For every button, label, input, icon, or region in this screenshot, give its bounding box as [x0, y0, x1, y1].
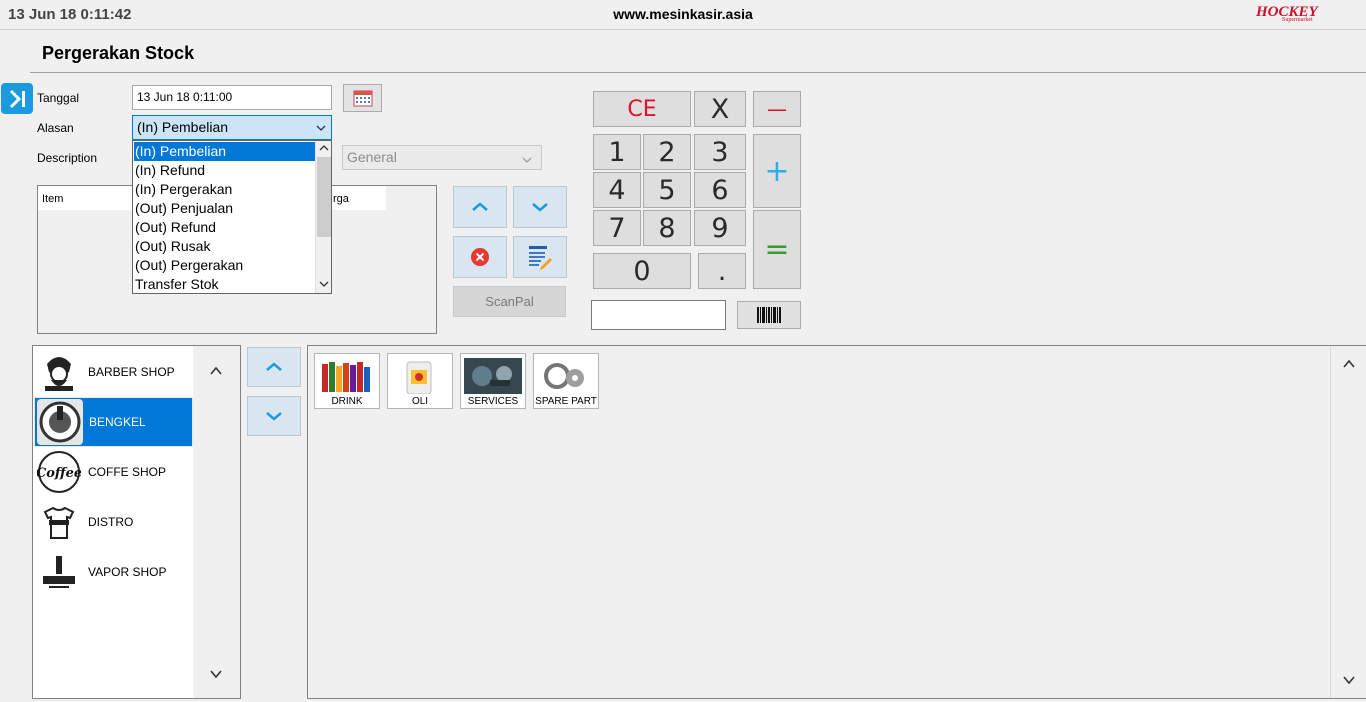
drink-image-icon [322, 362, 370, 392]
key-0[interactable]: 0 [593, 253, 691, 289]
product-label: DRINK [331, 396, 363, 407]
description-label: Description [37, 151, 98, 165]
key-5[interactable]: 5 [643, 172, 691, 208]
page-title: Pergerakan Stock [42, 43, 195, 63]
chevron-down-icon[interactable] [1343, 676, 1355, 684]
chevron-down-icon[interactable] [210, 670, 222, 678]
group-select[interactable]: General [342, 145, 542, 170]
chevron-down-icon[interactable] [312, 115, 330, 140]
collapse-arrow-icon [9, 89, 25, 108]
date-label: Tanggal [37, 91, 80, 105]
reason-dropdown-list[interactable]: (In) Pembelian (In) Refund (In) Pergerak… [132, 140, 332, 294]
chevron-up-icon [266, 362, 282, 371]
key-4[interactable]: 4 [593, 172, 641, 208]
reason-label: Alasan [37, 121, 74, 135]
scanpal-button[interactable]: ScanPal [453, 286, 566, 317]
chevron-up-icon[interactable] [1343, 360, 1355, 368]
category-label: BARBER SHOP [88, 365, 175, 379]
key-minus[interactable]: — [753, 91, 801, 127]
reason-option[interactable]: Transfer Stok [134, 275, 315, 293]
product-scrollbar[interactable] [1330, 346, 1366, 698]
key-dot[interactable]: . [698, 253, 746, 289]
move-down-button[interactable] [513, 186, 567, 228]
chevron-up-icon[interactable] [319, 145, 329, 151]
barcode-button[interactable] [737, 301, 801, 329]
delete-icon [471, 248, 489, 266]
category-label: BENGKEL [89, 415, 146, 429]
edit-line-button[interactable] [513, 236, 567, 278]
reason-option[interactable]: (Out) Rusak [134, 237, 315, 256]
category-down-button[interactable] [247, 396, 301, 436]
product-tile[interactable]: OLI [387, 353, 453, 409]
column-header-item[interactable]: Item [38, 186, 134, 210]
move-up-button[interactable] [453, 186, 507, 228]
product-panel[interactable]: DRINK OLI SERVICES SPARE PART [307, 345, 1366, 699]
key-ce[interactable]: CE [593, 91, 691, 127]
column-header-harga[interactable]: rga [328, 186, 386, 210]
distro-logo-icon [36, 499, 82, 545]
product-label: OLI [411, 396, 429, 407]
coffee-logo-icon: Coffee [36, 449, 82, 495]
product-tile[interactable]: DRINK [314, 353, 380, 409]
chevron-up-icon [472, 202, 488, 211]
product-tile[interactable]: SPARE PART [533, 353, 599, 409]
category-label: COFFE SHOP [88, 465, 167, 479]
key-7[interactable]: 7 [593, 210, 641, 246]
dropdown-scrollbar[interactable] [315, 141, 331, 293]
date-field[interactable]: 13 Jun 18 0:11:00 [132, 85, 332, 110]
site-url: www.mesinkasir.asia [613, 6, 753, 22]
brand-logo-sub: Supermarket [1282, 17, 1313, 23]
product-label: SPARE PART [535, 396, 597, 407]
key-plus[interactable]: + [753, 134, 801, 208]
chevron-up-icon[interactable] [210, 367, 222, 375]
chevron-down-icon [266, 412, 282, 421]
category-item[interactable]: Coffee COFFE SHOP [34, 447, 193, 497]
category-label: VAPOR SHOP [88, 565, 167, 579]
key-2[interactable]: 2 [643, 134, 691, 170]
reason-option[interactable]: (Out) Pergerakan [134, 256, 315, 275]
edit-list-icon [529, 246, 552, 270]
category-label: DISTRO [88, 515, 134, 529]
bengkel-logo-icon [37, 399, 83, 445]
product-label: SERVICES [467, 396, 519, 407]
chevron-down-icon [532, 203, 548, 212]
delete-line-button[interactable] [453, 236, 507, 278]
category-item[interactable]: DISTRO [34, 497, 193, 547]
sidebar-toggle-button[interactable] [1, 83, 33, 114]
services-image-icon [464, 358, 522, 394]
key-1[interactable]: 1 [593, 134, 641, 170]
reason-option[interactable]: (In) Refund [134, 161, 315, 180]
divider [30, 72, 1366, 73]
category-up-button[interactable] [247, 347, 301, 387]
category-item[interactable]: BARBER SHOP [34, 347, 193, 397]
category-item-selected[interactable]: BENGKEL [34, 397, 193, 447]
svg-text:Coffee: Coffee [37, 466, 81, 481]
product-tile[interactable]: SERVICES [460, 353, 526, 409]
category-list[interactable]: BARBER SHOP BENGKEL Coffee COFFE SHOP DI… [32, 345, 241, 699]
key-3[interactable]: 3 [694, 134, 746, 170]
barcode-input[interactable] [591, 300, 726, 330]
barcode-icon [757, 307, 781, 323]
key-9[interactable]: 9 [694, 210, 746, 246]
key-8[interactable]: 8 [643, 210, 691, 246]
calendar-button[interactable] [343, 84, 382, 112]
key-6[interactable]: 6 [694, 172, 746, 208]
oil-image-icon [406, 361, 432, 394]
spare-part-image-icon [544, 363, 584, 389]
vapor-logo-icon [36, 549, 82, 595]
barber-logo-icon [36, 349, 82, 395]
reason-select[interactable]: (In) Pembelian [132, 115, 332, 140]
key-equals[interactable]: = [753, 210, 801, 289]
category-scrollbar[interactable] [193, 346, 240, 698]
chevron-down-icon [522, 150, 532, 168]
chevron-down-icon[interactable] [319, 281, 329, 287]
calendar-icon [353, 90, 372, 107]
reason-option[interactable]: (In) Pergerakan [134, 180, 315, 199]
scrollbar-thumb[interactable] [317, 157, 331, 237]
reason-option[interactable]: (Out) Penjualan [134, 199, 315, 218]
category-item[interactable]: VAPOR SHOP [34, 547, 193, 597]
reason-option[interactable]: (Out) Refund [134, 218, 315, 237]
reason-option[interactable]: (In) Pembelian [134, 142, 315, 161]
key-x[interactable]: X [694, 91, 746, 127]
